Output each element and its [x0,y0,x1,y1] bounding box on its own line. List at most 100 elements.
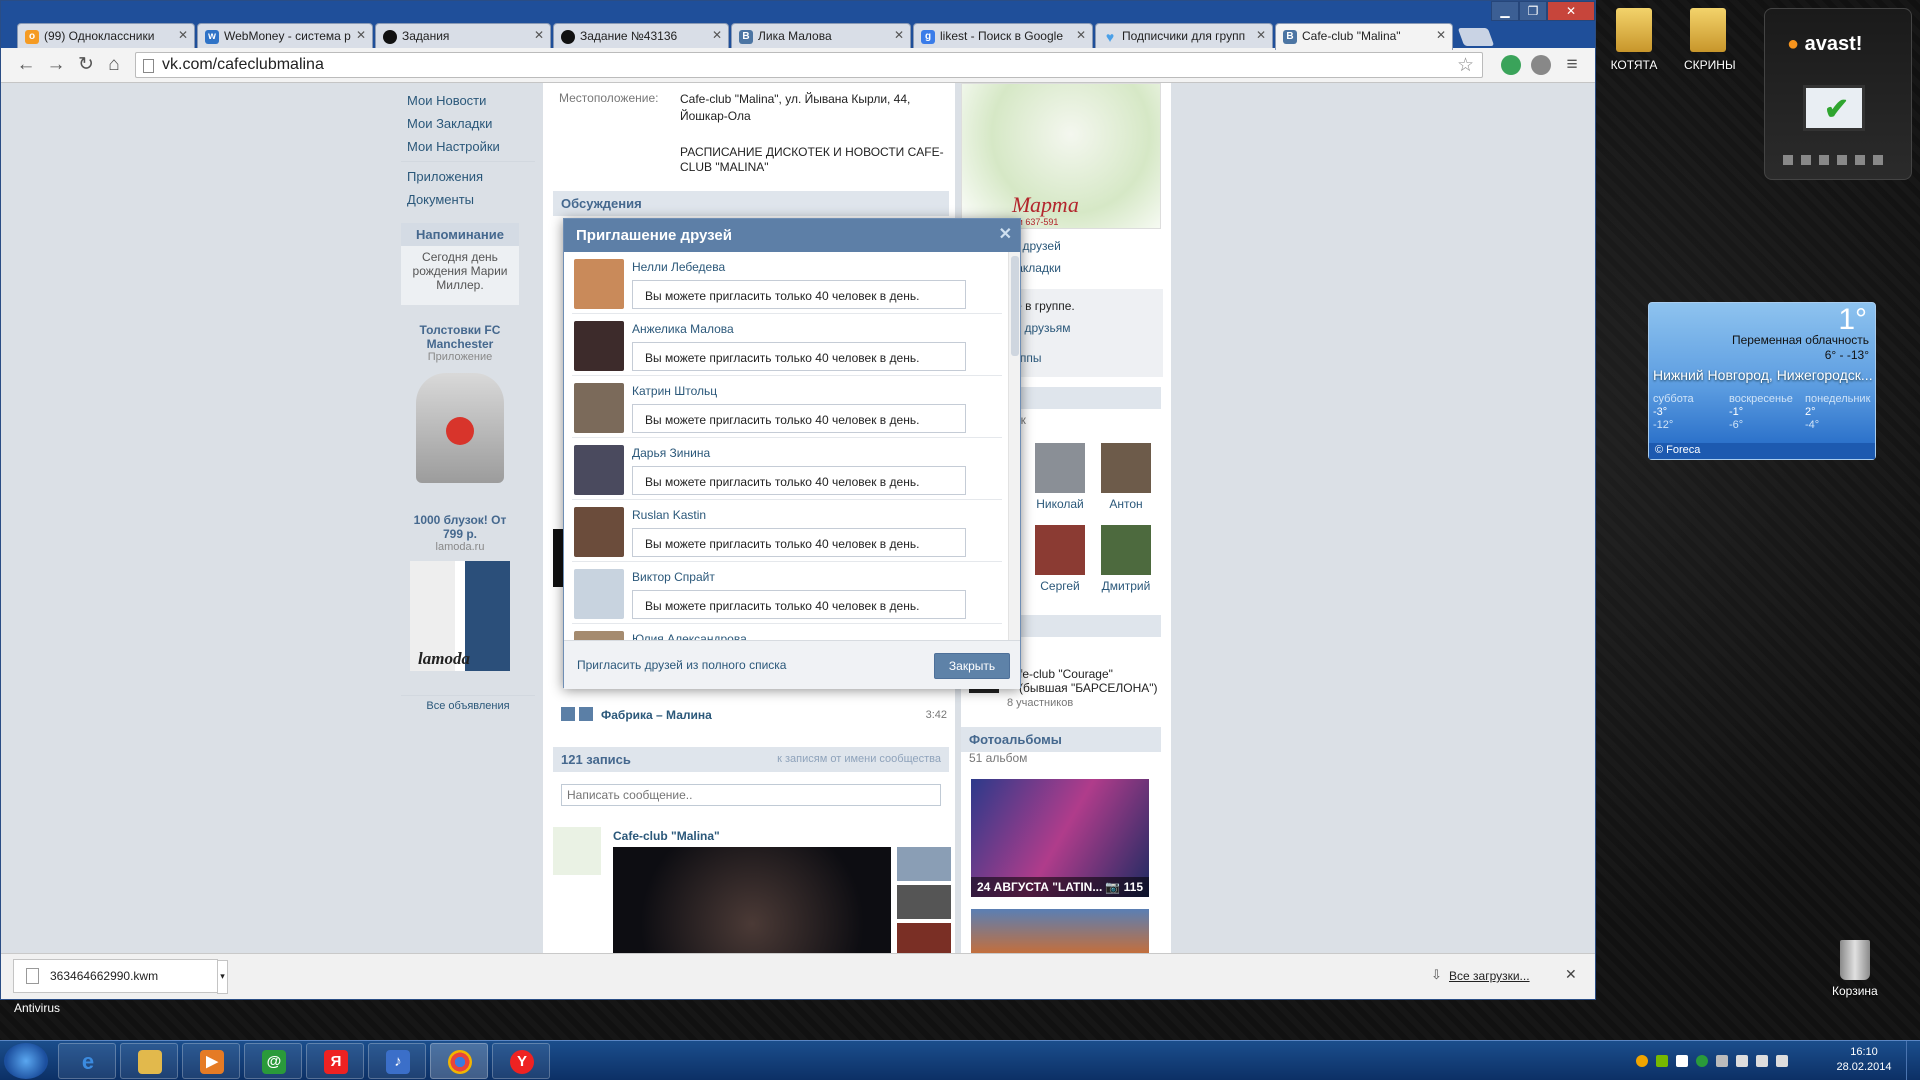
tab-google-search[interactable]: g likest - Поиск в Google ✕ [913,23,1093,49]
post-photo[interactable] [613,847,891,953]
play-icon[interactable] [561,707,575,721]
schedule-link[interactable]: РАСПИСАНИЕ ДИСКОТЕК И НОВОСТИ CAFE-CLUB … [680,145,950,175]
ad-lamoda[interactable]: 1000 блузок! От 799 р. lamoda.ru lamoda [403,513,517,671]
friend-avatar[interactable] [574,383,624,433]
friend-avatar[interactable] [574,259,624,309]
extension-icon[interactable] [1501,55,1521,75]
close-tab-icon[interactable]: ✕ [712,28,722,42]
member-name[interactable]: Дмитрий [1101,579,1151,593]
tab-cafe-club-malina[interactable]: B Cafe-club "Malina" ✕ [1275,23,1453,50]
friend-name[interactable]: Ruslan Kastin [632,508,706,522]
volume-icon[interactable] [1776,1055,1788,1067]
all-downloads-link[interactable]: Все загрузки... [1449,969,1530,983]
album-cover[interactable]: 24 АВГУСТА "LATIN... 📷 115 [971,779,1149,897]
friend-avatar[interactable] [574,631,624,640]
menu-apps[interactable]: Приложения [407,169,483,184]
desktop-folder-kittens[interactable]: КОТЯТА [1610,8,1658,72]
post-input[interactable] [561,784,941,806]
weather-gadget[interactable]: 1° Переменная облачность 6° - -13° Нижний… [1648,302,1876,460]
post-thumb[interactable] [897,923,951,953]
taskbar-clock[interactable]: 16:10 28.02.2014 [1834,1045,1894,1075]
tray-icon[interactable] [1636,1055,1648,1067]
post-author[interactable]: Cafe-club "Malina" [613,829,720,843]
ad-manchester[interactable]: Толстовки FC Manchester Приложение [403,323,517,483]
close-tab-icon[interactable]: ✕ [894,28,904,42]
march-banner[interactable]: Марта 346-900 или 637-591 [961,83,1161,229]
member-avatar[interactable] [1101,525,1151,575]
maximize-button[interactable]: ❐ [1519,1,1547,21]
menu-documents[interactable]: Документы [407,192,474,207]
taskbar-ie[interactable]: e [58,1043,116,1079]
tab-subscribers[interactable]: ♥ Подписчики для групп ✕ [1095,23,1273,49]
taskbar-yandex-browser[interactable]: Y [492,1043,550,1079]
taskbar-chrome[interactable] [430,1043,488,1079]
network-icon[interactable] [1756,1055,1768,1067]
minimize-button[interactable]: ▁ [1491,1,1519,21]
download-audio-icon[interactable] [579,707,593,721]
show-desktop-button[interactable] [1906,1041,1920,1080]
taskbar-media-player[interactable]: ▶ [182,1043,240,1079]
discussions-header[interactable]: Обсуждения [553,191,949,216]
desktop-folder-screens[interactable]: СКРИНЫ [1684,8,1736,72]
member-name[interactable]: Николай [1035,497,1085,511]
tray-icon[interactable] [1716,1055,1728,1067]
post-thumb[interactable] [897,885,951,919]
taskbar-audio[interactable]: ♪ [368,1043,426,1079]
list-scrollbar[interactable] [1008,252,1020,640]
reminder-text[interactable]: Сегодня день рождения Марии Миллер. [401,246,519,296]
friend-avatar[interactable] [574,507,624,557]
album-cover[interactable] [971,909,1149,953]
tab-odnoklassniki[interactable]: o (99) Одноклассники ✕ [17,23,195,49]
avast-gadget[interactable]: ● avast! ✔ [1764,8,1912,180]
albums-header[interactable]: Фотоальбомы [961,727,1161,752]
scrollbar-thumb[interactable] [1011,256,1019,356]
taskbar-explorer[interactable] [120,1043,178,1079]
community-avatar[interactable] [553,827,601,875]
invite-from-full-list-link[interactable]: Пригласить друзей из полного списка [577,658,786,672]
download-menu-arrow-icon[interactable]: ▾ [217,960,228,994]
globe-extension-icon[interactable] [1531,55,1551,75]
taskbar-mail-agent[interactable]: @ [244,1043,302,1079]
friend-avatar[interactable] [574,321,624,371]
new-tab-button[interactable] [1457,28,1495,46]
download-item[interactable]: 363464662990.kwm ▾ [13,959,228,994]
post-thumb[interactable] [897,847,951,881]
friend-name[interactable]: Виктор Спрайт [632,570,715,584]
close-tab-icon[interactable]: ✕ [356,28,366,42]
member-name[interactable]: Сергей [1035,579,1085,593]
friend-name[interactable]: Юлия Александрова [632,632,747,640]
address-bar[interactable]: vk.com/cafeclubmalina ☆ [135,52,1483,78]
menu-icon[interactable]: ≡ [1561,54,1583,76]
default-avatar-icon[interactable] [574,569,624,619]
close-tab-icon[interactable]: ✕ [1076,28,1086,42]
member-avatar[interactable] [1035,525,1085,575]
close-shelf-icon[interactable]: ✕ [1565,966,1577,983]
bookmark-star-icon[interactable]: ☆ [1457,54,1474,77]
friend-name[interactable]: Катрин Штольц [632,384,717,398]
member-avatar[interactable] [1035,443,1085,493]
friend-name[interactable]: Анжелика Малова [632,322,734,336]
close-button[interactable]: Закрыть [934,653,1010,679]
reload-icon[interactable]: ↻ [75,54,97,76]
recycle-bin[interactable]: Корзина [1832,940,1878,998]
taskbar-yandex[interactable]: Я [306,1043,364,1079]
audio-track[interactable]: Фабрика – Малина [601,708,712,722]
close-tab-icon[interactable]: ✕ [178,28,188,42]
close-tab-icon[interactable]: ✕ [1436,28,1446,42]
friend-name[interactable]: Дарья Зинина [632,446,710,460]
back-arrow-icon[interactable]: ← [15,54,37,76]
menu-my-bookmarks[interactable]: Мои Закладки [407,116,492,131]
tab-task-43136[interactable]: Задание №43136 ✕ [553,23,729,49]
linked-group-name[interactable]: fe-club "Courage" (бывшая "БАРСЕЛОНА") [1019,667,1159,695]
all-ads-link[interactable]: Все объявления [401,695,535,712]
tray-icon[interactable] [1696,1055,1708,1067]
tray-icon[interactable] [1676,1055,1688,1067]
menu-my-settings[interactable]: Мои Настройки [407,139,500,154]
posts-by-community-link[interactable]: к записям от имени сообщества [777,753,941,765]
tab-webmoney[interactable]: w WebMoney - система p ✕ [197,23,373,49]
close-icon[interactable]: ✕ [999,224,1012,244]
tray-icon[interactable] [1656,1055,1668,1067]
tab-tasks[interactable]: Задания ✕ [375,23,551,49]
menu-my-news[interactable]: Мои Новости [407,93,486,108]
friend-name[interactable]: Нелли Лебедева [632,260,725,274]
